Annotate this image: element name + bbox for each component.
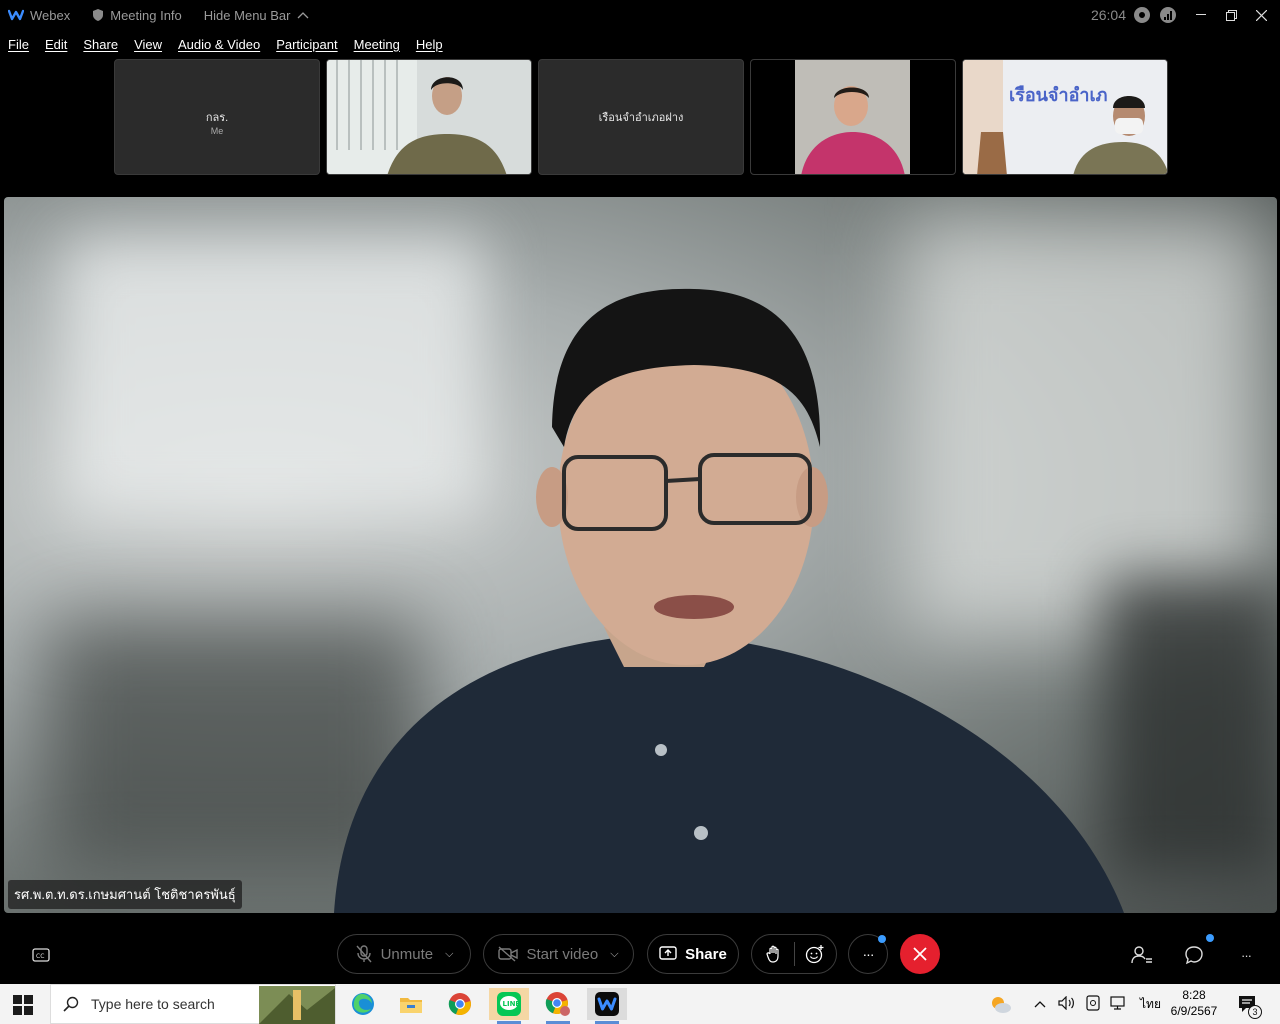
- meeting-control-bar: CC Unmute ⌵ Start video ⌵ Share ··· ···: [0, 925, 1280, 983]
- thumbnail-video-officer-woman[interactable]: [326, 59, 532, 175]
- meeting-info-label: Meeting Info: [110, 7, 182, 23]
- thumbnail-banner-text: เรือนจำอำเภ: [1009, 85, 1108, 105]
- chat-panel-icon[interactable]: [1181, 942, 1207, 968]
- thumbnail-name: เรือนจำอำเภอฝาง: [598, 112, 684, 124]
- search-placeholder: Type here to search: [91, 996, 215, 1012]
- taskbar-search-box[interactable]: Type here to search: [50, 984, 336, 1024]
- notification-count-badge: 3: [1248, 1005, 1262, 1019]
- menu-share[interactable]: Share: [83, 37, 118, 52]
- network-health-icon[interactable]: [1160, 7, 1176, 23]
- svg-text:LINE: LINE: [503, 1000, 521, 1008]
- app-name: Webex: [30, 7, 71, 23]
- menu-bar: File Edit Share View Audio & Video Parti…: [0, 31, 1280, 57]
- chat-notification-dot: [1206, 934, 1214, 942]
- webex-logo-icon: [8, 9, 24, 21]
- more-panels-icon[interactable]: ···: [1233, 942, 1259, 968]
- thumbnail-fang-prison[interactable]: เรือนจำอำเภอฝาง: [538, 59, 744, 175]
- raise-hand-button[interactable]: [754, 945, 794, 963]
- menu-edit[interactable]: Edit: [45, 37, 67, 52]
- file-explorer-icon[interactable]: [391, 988, 431, 1020]
- line-app-icon[interactable]: LINE: [489, 988, 529, 1024]
- participant-video-image: [327, 60, 531, 174]
- hide-menu-bar-label: Hide Menu Bar: [203, 7, 291, 23]
- chevron-down-icon[interactable]: ⌵: [445, 948, 453, 961]
- system-tray: ไทย: [1034, 984, 1161, 1024]
- emoji-add-icon: [805, 945, 823, 964]
- chevron-up-icon: [297, 12, 308, 19]
- unmute-button[interactable]: Unmute ⌵: [337, 934, 471, 974]
- clock-date: 6/9/2567: [1170, 1004, 1218, 1018]
- speaker-name-label: รศ.พ.ต.ท.ดร.เกษมศานต์ โชติชาครพันธุ์: [8, 880, 242, 909]
- active-speaker-video[interactable]: รศ.พ.ต.ท.ดร.เกษมศานต์ โชติชาครพันธุ์: [4, 197, 1277, 913]
- shield-icon: [93, 9, 104, 21]
- touch-keyboard-icon[interactable]: [1086, 994, 1100, 1014]
- more-options-label: ···: [862, 946, 875, 962]
- menu-view[interactable]: View: [134, 37, 162, 52]
- windows-taskbar: Type here to search LINE ไทย 8:28 6/9/25…: [0, 984, 1280, 1024]
- edge-app-icon[interactable]: [343, 988, 383, 1020]
- recording-indicator-icon[interactable]: [1134, 7, 1150, 23]
- network-icon[interactable]: [1110, 995, 1128, 1013]
- notification-dot: [878, 935, 886, 943]
- start-video-label: Start video: [526, 945, 599, 963]
- participant-video-image: [963, 60, 1167, 174]
- search-icon: [63, 996, 79, 1012]
- share-screen-icon: [659, 946, 677, 960]
- windows-start-icon[interactable]: [12, 994, 34, 1016]
- raise-hand-icon: [765, 945, 779, 963]
- close-window-button[interactable]: [1246, 0, 1276, 30]
- leave-meeting-button[interactable]: [900, 934, 940, 974]
- captions-icon[interactable]: CC: [28, 942, 54, 968]
- thumbnail-name: กลร.: [205, 112, 229, 124]
- chrome-app-icon[interactable]: [440, 988, 480, 1020]
- thumbnail-video-prison-officer[interactable]: เรือนจำอำเภ: [962, 59, 1168, 175]
- reactions-button[interactable]: [795, 944, 835, 964]
- unmute-label: Unmute: [380, 945, 434, 963]
- meeting-timer: 26:04: [1090, 7, 1126, 23]
- start-video-button[interactable]: Start video ⌵: [483, 934, 634, 974]
- menu-meeting[interactable]: Meeting: [354, 37, 400, 52]
- minimize-button[interactable]: [1186, 0, 1216, 30]
- share-label: Share: [685, 945, 727, 963]
- meeting-info-button[interactable]: Meeting Info: [92, 8, 182, 23]
- search-highlight-image-icon: [259, 986, 335, 1024]
- thumbnail-self[interactable]: กลร. Me: [114, 59, 320, 175]
- menu-audio-video[interactable]: Audio & Video: [178, 37, 260, 52]
- mic-muted-icon: [356, 945, 372, 963]
- chrome-profile-app-icon[interactable]: [538, 988, 578, 1024]
- reactions-group: [751, 934, 837, 974]
- close-icon: [913, 947, 927, 961]
- notification-center-icon[interactable]: 3: [1232, 988, 1264, 1020]
- participants-panel-icon[interactable]: [1129, 942, 1155, 968]
- hide-menu-bar-button[interactable]: Hide Menu Bar: [204, 8, 309, 23]
- thumbnail-video-man-pink-shirt[interactable]: [750, 59, 956, 175]
- webex-app-menu[interactable]: Webex: [8, 8, 70, 23]
- share-button[interactable]: Share: [647, 934, 739, 974]
- clock-time: 8:28: [1182, 988, 1206, 1002]
- webex-taskbar-icon[interactable]: [587, 988, 627, 1024]
- menu-participant[interactable]: Participant: [276, 37, 337, 52]
- input-language-indicator[interactable]: ไทย: [1140, 995, 1161, 1014]
- chevron-down-icon[interactable]: ⌵: [610, 948, 618, 961]
- menu-help[interactable]: Help: [416, 37, 443, 52]
- thumbnail-me-label: Me: [210, 126, 224, 136]
- volume-icon[interactable]: [1058, 995, 1076, 1013]
- taskbar-clock[interactable]: 8:28 6/9/2567: [1166, 987, 1222, 1019]
- weather-widget-icon[interactable]: [980, 988, 1020, 1020]
- title-bar: Webex Meeting Info Hide Menu Bar 26:04: [0, 0, 1280, 30]
- menu-file[interactable]: File: [8, 37, 29, 52]
- restore-button[interactable]: [1216, 0, 1246, 30]
- participant-video-image: [795, 60, 910, 174]
- video-off-icon: [498, 946, 519, 962]
- speaker-video-image: [334, 288, 1124, 913]
- show-hidden-icons-chevron-icon[interactable]: [1034, 997, 1046, 1011]
- svg-text:CC: CC: [36, 953, 44, 960]
